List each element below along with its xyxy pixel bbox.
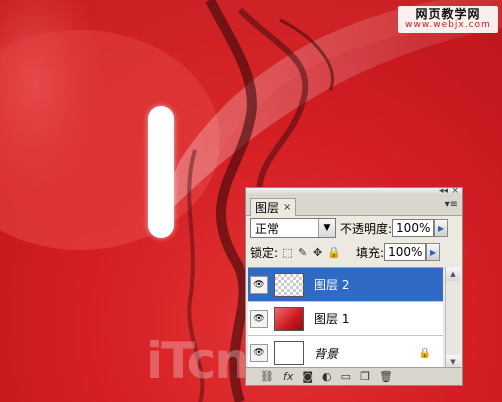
layer-list-scrollbar[interactable]: ▲ ▼: [445, 267, 460, 369]
fill-value: 100%: [388, 245, 423, 259]
lock-transparency-icon[interactable]: ⬚: [282, 246, 293, 259]
watermark-url: www.webjx.com: [405, 20, 491, 31]
visibility-toggle[interactable]: 👁: [248, 344, 268, 362]
layer-thumbnail: [274, 341, 304, 365]
lock-move-icon[interactable]: ✥: [312, 246, 323, 259]
fx-icon[interactable]: fx: [283, 370, 293, 383]
tab-close-icon[interactable]: ×: [283, 202, 291, 213]
new-layer-icon[interactable]: ❐: [360, 370, 370, 383]
panel-menu-icon[interactable]: ▾≡: [445, 199, 458, 210]
panel-tabrow: 图层 × ▾≡: [246, 196, 462, 216]
adjustment-icon[interactable]: ◐: [322, 370, 332, 383]
site-watermark: 网页教学网 www.webjx.com: [398, 6, 498, 34]
layers-panel: ◂◂ × 图层 × ▾≡ 正常 ▼ 不透明度: 100% ▶ 锁定: ⬚ ✎ ✥…: [245, 186, 463, 386]
opacity-slider-arrow[interactable]: ▶: [434, 219, 449, 237]
folder-icon[interactable]: ▭: [341, 370, 351, 383]
eye-icon[interactable]: 👁: [250, 309, 268, 328]
layer-name[interactable]: 背景: [314, 345, 338, 362]
blend-mode-select[interactable]: 正常 ▼: [250, 218, 336, 238]
visibility-toggle[interactable]: 👁: [248, 275, 268, 294]
lock-icon: 🔒: [418, 347, 431, 359]
lock-icons: ⬚ ✎ ✥ 🔒: [282, 246, 341, 259]
tab-layers[interactable]: 图层 ×: [250, 198, 297, 216]
opacity-input[interactable]: 100%: [392, 219, 435, 237]
opacity-label: 不透明度:: [340, 221, 393, 236]
blend-row: 正常 ▼ 不透明度: 100% ▶: [250, 218, 458, 238]
fill-slider-arrow[interactable]: ▶: [426, 243, 441, 261]
opacity-value: 100%: [396, 221, 431, 235]
lock-row: 锁定: ⬚ ✎ ✥ 🔒 填充: 100% ▶: [250, 243, 458, 261]
lock-paint-icon[interactable]: ✎: [297, 246, 308, 259]
panel-bottom-toolbar: ⛓ fx ◙ ◐ ▭ ❐ 🗑: [246, 367, 462, 385]
eye-icon[interactable]: 👁: [250, 344, 268, 362]
mask-icon[interactable]: ◙: [302, 370, 313, 383]
layer-row[interactable]: 👁 图层 1: [248, 302, 443, 336]
layer-name[interactable]: 图层 1: [314, 310, 349, 327]
layer-thumbnail: [274, 272, 304, 297]
tab-layers-label: 图层: [255, 201, 280, 215]
layer-thumbnail: [274, 306, 304, 331]
visibility-toggle[interactable]: 👁: [248, 309, 268, 328]
fill-label: 填充:: [356, 245, 385, 260]
white-pill-shape: [148, 106, 174, 238]
panel-titlebar[interactable]: ◂◂ ×: [246, 186, 462, 196]
collapse-icon[interactable]: ◂◂: [439, 186, 448, 196]
layer-row[interactable]: 👁 图层 2: [248, 268, 443, 302]
layer-name[interactable]: 图层 2: [314, 276, 349, 293]
fill-input[interactable]: 100%: [384, 243, 427, 261]
blend-mode-value: 正常: [255, 221, 280, 236]
panel-close-icon[interactable]: ×: [451, 186, 459, 196]
lock-label: 锁定:: [250, 245, 279, 260]
scroll-up-icon[interactable]: ▲: [446, 267, 460, 281]
link-icon[interactable]: ⛓: [260, 370, 274, 383]
eye-icon[interactable]: 👁: [250, 275, 268, 294]
layer-list: 👁 图层 2 👁 图层 1 👁 背景 🔒: [248, 267, 443, 370]
chevron-down-icon[interactable]: ▼: [318, 219, 335, 237]
lock-all-icon[interactable]: 🔒: [327, 246, 341, 259]
trash-icon[interactable]: 🗑: [379, 370, 393, 383]
layer-row[interactable]: 👁 背景 🔒: [248, 336, 443, 370]
